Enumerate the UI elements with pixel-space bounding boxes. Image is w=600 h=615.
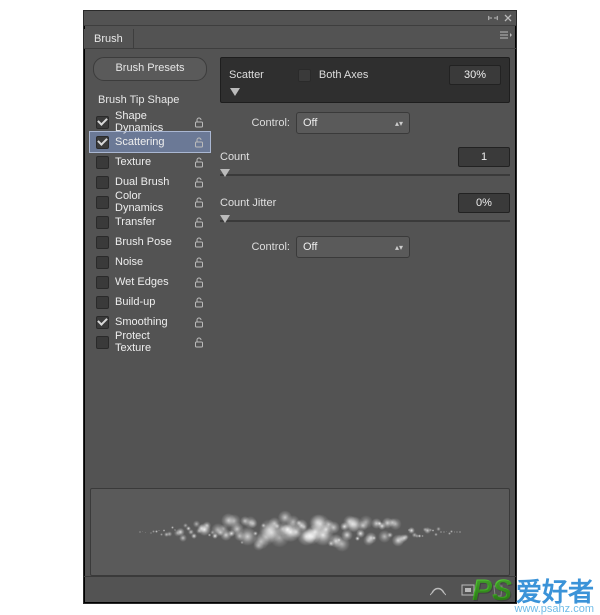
option-label: Scattering [115, 136, 186, 148]
panel-titlebar [84, 11, 516, 26]
checkbox[interactable] [96, 136, 109, 149]
count-slider[interactable] [220, 169, 510, 181]
checkbox[interactable] [96, 316, 109, 329]
option-label: Wet Edges [115, 276, 186, 288]
option-label: Noise [115, 256, 186, 268]
option-build-up[interactable]: Build-up [90, 292, 210, 312]
control-label: Control: [220, 117, 290, 129]
checkbox[interactable] [96, 296, 109, 309]
count-label: Count [220, 151, 249, 163]
jitter-control-select[interactable]: Off ▴▾ [296, 236, 410, 258]
count-jitter-label: Count Jitter [220, 197, 276, 209]
option-label: Color Dynamics [115, 190, 186, 214]
lock-icon[interactable] [192, 297, 206, 308]
both-axes-label: Both Axes [319, 69, 369, 81]
lock-icon[interactable] [192, 257, 206, 268]
option-transfer[interactable]: Transfer [90, 212, 210, 232]
option-brush-pose[interactable]: Brush Pose [90, 232, 210, 252]
option-wet-edges[interactable]: Wet Edges [90, 272, 210, 292]
lock-icon[interactable] [192, 217, 206, 228]
option-smoothing[interactable]: Smoothing [90, 312, 210, 332]
watermark-url: www.psahz.com [515, 603, 594, 615]
lock-icon[interactable] [192, 317, 206, 328]
brush-panel: Brush Brush Presets Brush Tip Shape Shap… [83, 10, 517, 604]
lock-icon[interactable] [192, 337, 206, 348]
checkbox[interactable] [96, 196, 109, 209]
brush-preview [90, 488, 510, 576]
scatter-group: Scatter Both Axes 30% [220, 57, 510, 103]
checkbox[interactable] [96, 176, 109, 189]
scatter-slider[interactable] [229, 88, 501, 100]
option-label: Brush Pose [115, 236, 186, 248]
lock-icon[interactable] [192, 237, 206, 248]
tab-brush[interactable]: Brush [84, 29, 134, 48]
option-scattering[interactable]: Scattering [90, 132, 210, 152]
count-jitter-value[interactable]: 0% [458, 193, 510, 213]
control2-value: Off [303, 241, 317, 253]
option-label: Smoothing [115, 316, 186, 328]
option-texture[interactable]: Texture [90, 152, 210, 172]
scatter-label: Scatter [229, 69, 264, 81]
count-value[interactable]: 1 [458, 147, 510, 167]
option-label: Dual Brush [115, 176, 186, 188]
lock-icon[interactable] [192, 117, 206, 128]
checkbox[interactable] [96, 216, 109, 229]
checkbox[interactable] [96, 236, 109, 249]
option-noise[interactable]: Noise [90, 252, 210, 272]
options-sidebar: Brush Presets Brush Tip Shape Shape Dyna… [84, 49, 214, 488]
toggle-live-preview-icon[interactable] [430, 582, 446, 598]
chevron-updown-icon: ▴▾ [395, 243, 403, 252]
option-label: Build-up [115, 296, 186, 308]
scatter-control-select[interactable]: Off ▴▾ [296, 112, 410, 134]
checkbox[interactable] [96, 156, 109, 169]
option-dual-brush[interactable]: Dual Brush [90, 172, 210, 192]
control-value: Off [303, 117, 317, 129]
brush-tip-shape[interactable]: Brush Tip Shape [90, 91, 210, 112]
close-icon[interactable] [504, 14, 512, 22]
option-label: Shape Dynamics [115, 110, 186, 134]
checkbox[interactable] [96, 116, 109, 129]
chevron-updown-icon: ▴▾ [395, 119, 403, 128]
collapse-icon[interactable] [488, 14, 498, 22]
count-jitter-slider[interactable] [220, 215, 510, 227]
checkbox[interactable] [96, 336, 109, 349]
checkbox[interactable] [96, 256, 109, 269]
panel-footer [84, 576, 516, 603]
brush-presets-button[interactable]: Brush Presets [93, 57, 207, 81]
scatter-value[interactable]: 30% [449, 65, 501, 85]
checkbox[interactable] [96, 276, 109, 289]
control2-label: Control: [220, 241, 290, 253]
lock-icon[interactable] [192, 157, 206, 168]
option-label: Texture [115, 156, 186, 168]
option-color-dynamics[interactable]: Color Dynamics [90, 192, 210, 212]
lock-icon[interactable] [192, 177, 206, 188]
lock-icon[interactable] [192, 137, 206, 148]
option-label: Protect Texture [115, 330, 186, 354]
option-protect-texture[interactable]: Protect Texture [90, 332, 210, 352]
lock-icon[interactable] [192, 197, 206, 208]
panel-menu-icon[interactable] [498, 29, 512, 44]
both-axes-checkbox[interactable] [298, 69, 311, 82]
settings-area: Scatter Both Axes 30% Control: [214, 49, 516, 488]
tab-bar: Brush [84, 26, 516, 49]
watermark-ps: PS [472, 574, 512, 608]
lock-icon[interactable] [192, 277, 206, 288]
option-label: Transfer [115, 216, 186, 228]
option-shape-dynamics[interactable]: Shape Dynamics [90, 112, 210, 132]
